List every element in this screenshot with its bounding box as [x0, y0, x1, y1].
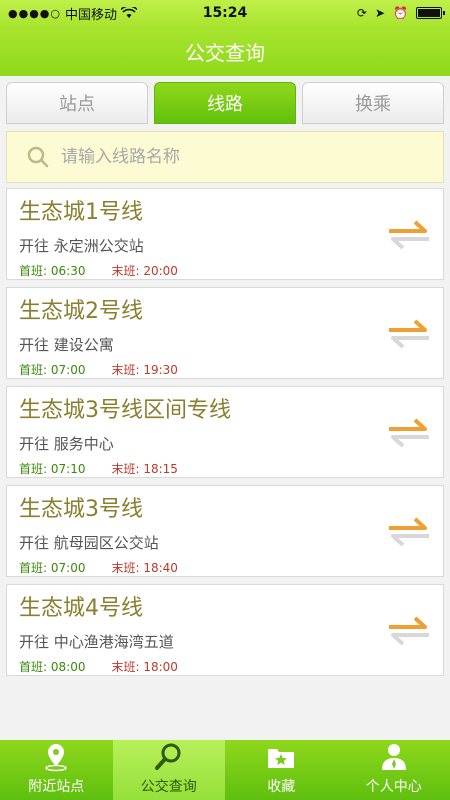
first-bus-label: 首班:	[19, 462, 48, 476]
last-bus-label: 末班:	[111, 660, 140, 674]
route-item-3[interactable]: 生态城3号线区间专线 开往 服务中心 首班: 07:10 末班: 18:15	[6, 386, 444, 478]
first-bus-label: 首班:	[19, 660, 48, 674]
tab-nearby-stations[interactable]: 附近站点	[0, 740, 113, 800]
route-destination: 开往 服务中心	[19, 435, 114, 453]
status-right: ⟳ ➤ ⏰	[262, 6, 445, 20]
status-time: 15:24	[202, 5, 248, 21]
route-item-2[interactable]: 生态城2号线 开往 建设公寓 首班: 07:00 末班: 19:30	[6, 287, 444, 379]
bottom-tab-bar: 附近站点 公交查询 收藏 个人中心	[0, 740, 450, 800]
tab-favorites[interactable]: 收藏	[225, 740, 338, 800]
route-destination: 开往 航母园区公交站	[19, 534, 159, 552]
last-bus: 末班: 18:15	[111, 460, 177, 477]
segment-tabs: 站点 线路 换乘	[6, 82, 444, 124]
first-bus: 首班: 08:00	[19, 658, 85, 675]
last-bus-time: 18:00	[143, 660, 178, 674]
route-times: 首班: 07:00 末班: 18:40	[19, 559, 431, 576]
tab-stations-label: 站点	[59, 94, 95, 115]
status-bar: ●●●●○ 中国移动 15:24 ⟳ ➤ ⏰	[0, 0, 450, 26]
last-bus-time: 19:30	[143, 363, 178, 377]
route-item-5[interactable]: 生态城4号线 开往 中心渔港海湾五道 首班: 08:00 末班: 18:00	[6, 584, 444, 676]
location-pin-icon	[45, 744, 67, 772]
route-name: 生态城3号线区间专线	[19, 398, 231, 423]
route-name: 生态城1号线	[19, 200, 143, 225]
route-times: 首班: 07:10 末班: 18:15	[19, 460, 431, 477]
last-bus: 末班: 19:30	[111, 361, 177, 378]
tab-stations[interactable]: 站点	[6, 82, 148, 124]
first-bus-time: 06:30	[50, 264, 86, 278]
route-destination: 开往 中心渔港海湾五道	[19, 633, 174, 651]
route-times: 首班: 08:00 末班: 18:00	[19, 658, 431, 675]
first-bus-time: 07:00	[50, 363, 86, 377]
nav-bar: 公交查询	[0, 26, 450, 76]
last-bus-label: 末班:	[111, 363, 140, 377]
tab-favorites-label: 收藏	[267, 779, 296, 795]
last-bus-label: 末班:	[111, 264, 140, 278]
route-name: 生态城3号线	[19, 497, 143, 522]
first-bus-time: 07:00	[50, 561, 86, 575]
last-bus: 末班: 20:00	[111, 262, 177, 279]
route-list: 生态城1号线 开往 永定洲公交站 首班: 06:30 末班: 20:00 生态城…	[6, 188, 444, 683]
carrier-label: 中国移动	[65, 7, 118, 23]
search-input[interactable]	[61, 147, 401, 167]
last-bus-time: 18:15	[143, 462, 178, 476]
search-bar[interactable]	[6, 131, 444, 183]
swap-direction-icon[interactable]	[387, 219, 431, 251]
route-name: 生态城2号线	[19, 299, 143, 324]
signal-strength-icon: ●●●●○	[8, 6, 61, 20]
wifi-icon	[121, 7, 138, 18]
tab-bus-query[interactable]: 公交查询	[112, 740, 225, 800]
last-bus-label: 末班:	[111, 462, 140, 476]
first-bus: 首班: 07:00	[19, 559, 85, 576]
route-times: 首班: 06:30 末班: 20:00	[19, 262, 431, 279]
swap-direction-icon[interactable]	[387, 417, 431, 449]
rotation-lock-icon: ⟳	[356, 6, 367, 20]
star-folder-icon	[268, 749, 295, 768]
last-bus-time: 18:40	[143, 561, 178, 575]
route-item-1[interactable]: 生态城1号线 开往 永定洲公交站 首班: 06:30 末班: 20:00	[6, 188, 444, 280]
last-bus: 末班: 18:00	[111, 658, 177, 675]
route-destination: 开往 建设公寓	[19, 336, 114, 354]
search-icon	[27, 146, 49, 168]
swap-direction-icon[interactable]	[387, 615, 431, 647]
battery-icon	[416, 7, 445, 19]
last-bus: 末班: 18:40	[111, 559, 177, 576]
route-name: 生态城4号线	[19, 596, 143, 621]
page-title: 公交查询	[185, 40, 265, 65]
tab-bus-query-label: 公交查询	[140, 779, 197, 795]
location-arrow-icon: ➤	[374, 6, 386, 20]
status-left: ●●●●○ 中国移动	[8, 4, 188, 23]
swap-direction-icon[interactable]	[387, 318, 431, 350]
tab-personal-center-label: 个人中心	[365, 779, 422, 795]
tab-routes-label: 线路	[207, 94, 243, 115]
tab-transfer-label: 换乘	[355, 94, 391, 115]
first-bus-label: 首班:	[19, 363, 48, 377]
route-destination: 开往 永定洲公交站	[19, 237, 144, 255]
last-bus-time: 20:00	[143, 264, 178, 278]
first-bus-time: 07:10	[50, 462, 86, 476]
last-bus-label: 末班:	[111, 561, 140, 575]
swap-direction-icon[interactable]	[387, 516, 431, 548]
alarm-icon: ⏰	[393, 6, 408, 20]
tab-personal-center[interactable]: 个人中心	[338, 740, 450, 800]
route-item-4[interactable]: 生态城3号线 开往 航母园区公交站 首班: 07:00 末班: 18:40	[6, 485, 444, 577]
first-bus: 首班: 07:10	[19, 460, 85, 477]
tab-nearby-stations-label: 附近站点	[28, 779, 85, 795]
first-bus: 首班: 07:00	[19, 361, 85, 378]
first-bus-label: 首班:	[19, 264, 48, 278]
person-icon	[381, 744, 406, 770]
first-bus-time: 08:00	[50, 660, 86, 674]
route-times: 首班: 07:00 末班: 19:30	[19, 361, 431, 378]
tab-transfer[interactable]: 换乘	[302, 82, 444, 124]
tab-routes[interactable]: 线路	[154, 82, 296, 124]
first-bus: 首班: 06:30	[19, 262, 85, 279]
first-bus-label: 首班:	[19, 561, 48, 575]
magnifier-icon	[154, 743, 181, 770]
